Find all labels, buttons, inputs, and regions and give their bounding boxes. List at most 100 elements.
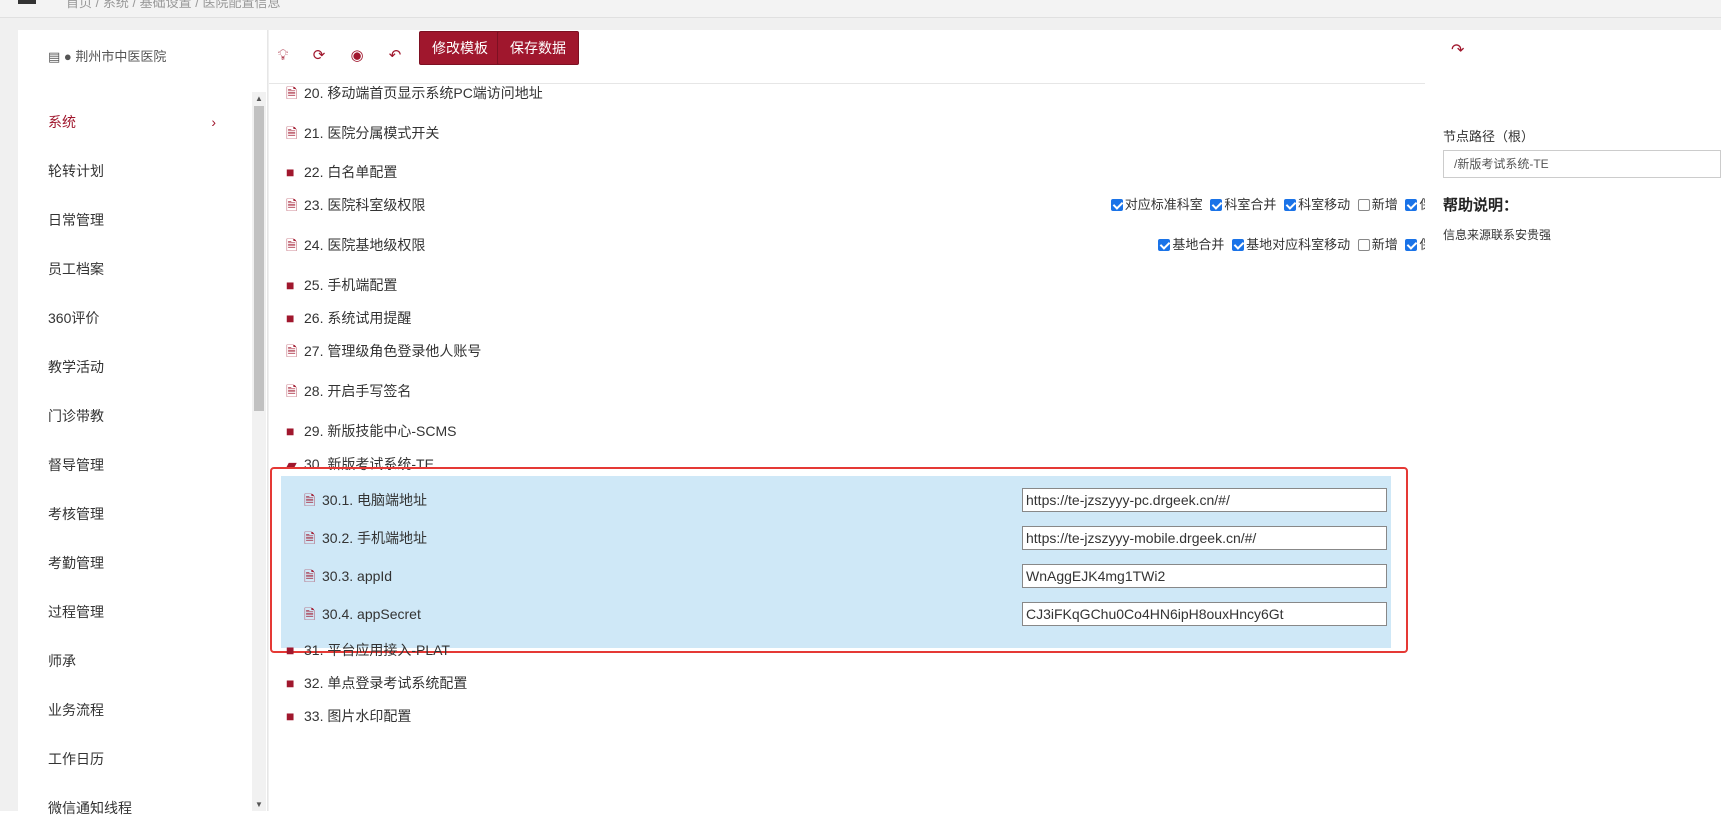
tree-row-27[interactable]: 🗎27. 管理级角色登录他人账号 是否 — [286, 336, 1493, 366]
row-text: 22. 白名单配置 — [304, 164, 398, 180]
refresh-icon[interactable]: ⟳ — [307, 44, 331, 68]
chevron-right-icon: › — [211, 114, 216, 130]
config-tree: 🗎20. 移动端首页显示系统PC端访问地址 是否 🗎21. 医院分属模式开关 是… — [269, 84, 1563, 811]
row-label: 🗎 23. 医院科室级权限 — [286, 190, 425, 220]
lightbulb-icon[interactable]: 💡︎ — [271, 44, 295, 68]
tree-row-23[interactable]: 🗎23. 医院科室级权限 对应标准科室 科室合并 科室移动 新增 保存 删除 — [286, 190, 1493, 220]
checkbox-label: 基地对应科室移动 — [1246, 237, 1351, 252]
help-title: 帮助说明： — [1443, 197, 1519, 214]
sidebar-item-label: 业务流程 — [48, 702, 104, 718]
tree-row-33[interactable]: ■ 33. 图片水印配置 — [286, 701, 1493, 731]
node-path-field[interactable]: /新版考试系统-TE — [1443, 150, 1721, 178]
sidebar: ▤ ● 荆州市中医医院 系统 › 轮转计划 日常管理 员工档案 360评价 教学活… — [18, 30, 268, 816]
scroll-up-icon[interactable]: ▲ — [255, 94, 263, 103]
save-data-button[interactable]: 保存数据 — [497, 31, 579, 65]
tree-row-26[interactable]: ■ 26. 系统试用提醒 — [286, 303, 1493, 333]
top-bar: 首页 / 系统 / 基础设置 / 医院配置信息 — [0, 0, 1721, 18]
sidebar-item-label: 360评价 — [48, 310, 100, 326]
sidebar-item-staff-archive[interactable]: 员工档案 — [18, 245, 252, 294]
folder-icon: ■ — [286, 164, 295, 180]
checkbox[interactable] — [1357, 238, 1370, 251]
sidebar-item-mentorship[interactable]: 师承 — [18, 637, 252, 686]
checkbox-label: 新增 — [1371, 197, 1398, 212]
sidebar-item-label: 督导管理 — [48, 457, 104, 473]
checkbox[interactable] — [1405, 238, 1418, 251]
row-text: 32. 单点登录考试系统配置 — [304, 675, 468, 691]
row-text: 28. 开启手写签名 — [304, 383, 412, 399]
tree-row-21[interactable]: 🗎21. 医院分属模式开关 是否 — [286, 118, 1493, 148]
sidebar-item-attendance[interactable]: 考勤管理 — [18, 539, 252, 588]
row-label: ■ 29. 新版技能中心-SCMS — [286, 416, 456, 446]
folder-icon: ■ — [286, 277, 295, 293]
folder-icon: ■ — [286, 423, 295, 439]
checkbox[interactable] — [1110, 198, 1123, 211]
folder-icon: ■ — [286, 310, 295, 326]
tree-row-32[interactable]: ■ 32. 单点登录考试系统配置 — [286, 668, 1493, 698]
checkbox[interactable] — [1284, 198, 1297, 211]
highlight-box — [270, 467, 1408, 653]
sidebar-item-wechat-notify[interactable]: 微信通知线程 — [18, 784, 252, 833]
sidebar-item-label: 师承 — [48, 653, 76, 669]
redo-icon[interactable]: ↷ — [1451, 40, 1464, 60]
folder-icon: ■ — [286, 708, 295, 724]
sidebar-item-work-calendar[interactable]: 工作日历 — [18, 735, 252, 784]
checkbox[interactable] — [1210, 198, 1223, 211]
sidebar-item-label: 日常管理 — [48, 212, 104, 228]
sidebar-item-workflow[interactable]: 业务流程 — [18, 686, 252, 735]
sidebar-item-label: 教学活动 — [48, 359, 104, 375]
sidebar-item-teaching-activities[interactable]: 教学活动 — [18, 343, 252, 392]
scroll-down-icon[interactable]: ▼ — [255, 800, 263, 809]
row-text: 24. 医院基地级权限 — [304, 237, 426, 253]
folder-icon: ■ — [286, 675, 295, 691]
sidebar-item-label: 微信通知线程 — [48, 800, 132, 816]
node-detail-panel: ↷ 节点路径（根） /新版考试系统-TE 帮助说明： 信息来源联系安贵强 — [1425, 30, 1721, 811]
undo-icon[interactable]: ↶ — [383, 44, 407, 68]
tree-row-24[interactable]: 🗎24. 医院基地级权限 基地合并 基地对应科室移动 新增 保存 删除 — [286, 230, 1493, 260]
scrollbar-thumb[interactable] — [254, 106, 264, 411]
tree-row-20[interactable]: 🗎20. 移动端首页显示系统PC端访问地址 是否 — [286, 84, 1493, 108]
row-label: 🗎 28. 开启手写签名 — [286, 376, 411, 406]
row-text: 31. 平台应用接入-PLAT — [304, 642, 450, 658]
row-label: 🗎 24. 医院基地级权限 — [286, 230, 425, 260]
row-text: 23. 医院科室级权限 — [304, 197, 426, 213]
tree-row-25[interactable]: ■ 25. 手机端配置 — [286, 270, 1493, 300]
folder-icon: ■ — [286, 642, 295, 658]
row-text: 25. 手机端配置 — [304, 277, 398, 293]
sidebar-item-label: 过程管理 — [48, 604, 104, 620]
sidebar-item-daily-management[interactable]: 日常管理 — [18, 196, 252, 245]
checkbox-label: 新增 — [1371, 237, 1398, 252]
row-text: 26. 系统试用提醒 — [304, 310, 412, 326]
tree-row-29[interactable]: ■ 29. 新版技能中心-SCMS — [286, 416, 1493, 446]
sidebar-item-360-evaluation[interactable]: 360评价 — [18, 294, 252, 343]
row-label: ■ 26. 系统试用提醒 — [286, 303, 411, 333]
eye-slash-icon[interactable]: ◉ — [345, 44, 369, 68]
row-text: 33. 图片水印配置 — [304, 708, 412, 724]
sidebar-item-assessment[interactable]: 考核管理 — [18, 490, 252, 539]
checkbox[interactable] — [1357, 198, 1370, 211]
node-path-label: 节点路径（根） — [1443, 129, 1535, 144]
sidebar-menu: 系统 › 轮转计划 日常管理 员工档案 360评价 教学活动 门诊带教 督导管理 … — [18, 98, 252, 833]
sidebar-item-supervision[interactable]: 督导管理 — [18, 441, 252, 490]
row-label: ■ 33. 图片水印配置 — [286, 701, 411, 731]
checkbox[interactable] — [1232, 238, 1245, 251]
sidebar-item-label: 轮转计划 — [48, 163, 104, 179]
menu-icon[interactable] — [18, 0, 36, 4]
tree-row-31[interactable]: ■ 31. 平台应用接入-PLAT — [286, 635, 1493, 665]
sidebar-item-process[interactable]: 过程管理 — [18, 588, 252, 637]
sidebar-item-rotation-plan[interactable]: 轮转计划 — [18, 147, 252, 196]
row-label: 🗎 27. 管理级角色登录他人账号 — [286, 336, 481, 366]
sidebar-item-clinic-teaching[interactable]: 门诊带教 — [18, 392, 252, 441]
row-label: ■ 25. 手机端配置 — [286, 270, 397, 300]
main-panel: 💡︎ ⟳ ◉ ↶ 修改模板 保存数据 🗎 20. 移动端首页显示系统PC端访问地址… — [269, 30, 1563, 811]
edit-template-button[interactable]: 修改模板 — [419, 31, 501, 65]
tree-row-22[interactable]: ■ 22. 白名单配置 — [286, 157, 1493, 187]
tree-row-28[interactable]: 🗎28. 开启手写签名 是否 — [286, 376, 1493, 406]
checkbox[interactable] — [1158, 238, 1171, 251]
row-label: 🗎 20. 移动端首页显示系统PC端访问地址 — [286, 84, 543, 108]
row-text: 20. 移动端首页显示系统PC端访问地址 — [304, 85, 543, 101]
document-icon: 🗎 — [286, 237, 298, 253]
sidebar-item-system[interactable]: 系统 › — [18, 98, 252, 147]
checkbox-label: 对应标准科室 — [1124, 197, 1203, 212]
sidebar-scrollbar[interactable]: ▲ ▼ — [252, 92, 266, 811]
checkbox[interactable] — [1405, 198, 1418, 211]
